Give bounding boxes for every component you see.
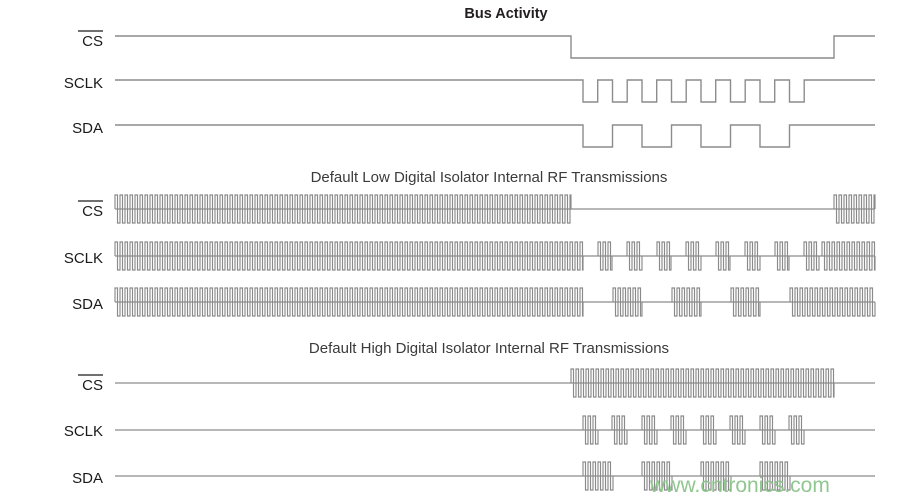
section-title-default-high: Default High Digital Isolator Internal R… xyxy=(309,340,669,357)
waveform-trace xyxy=(789,287,876,317)
waveform-trace xyxy=(759,415,776,445)
signal-label-sclk: SCLK xyxy=(64,75,103,92)
signal-label-cs: CS xyxy=(82,33,103,50)
signal-label-sda: SDA xyxy=(72,296,103,313)
timing-diagram: Bus Activity CS SCLK SDA Default Low Dig… xyxy=(0,0,911,503)
signal-label-sclk: SCLK xyxy=(64,423,103,440)
signal-label-cs: CS xyxy=(82,377,103,394)
waveform-trace xyxy=(670,415,687,445)
waveform-trace xyxy=(611,415,628,445)
watermark: www.cntronics.com xyxy=(649,474,830,497)
waveform-trace xyxy=(641,415,658,445)
section-title-default-low: Default Low Digital Isolator Internal RF… xyxy=(311,169,668,186)
row-label-cs-bus: CS xyxy=(78,30,103,50)
waveform-trace xyxy=(803,241,820,271)
row-label-cs-high: CS xyxy=(78,374,103,394)
waveform-trace xyxy=(700,415,717,445)
waveform-trace xyxy=(626,241,643,271)
waveform-trace xyxy=(729,415,746,445)
signal-label-sda: SDA xyxy=(72,470,103,487)
waveform-trace xyxy=(744,241,761,271)
timing-diagram-canvas: Bus Activity CS SCLK SDA Default Low Dig… xyxy=(0,0,911,503)
waveform-trace xyxy=(788,415,805,445)
waveform-trace xyxy=(582,415,599,445)
signal-label-sda: SDA xyxy=(72,120,103,137)
section-title-bus-activity: Bus Activity xyxy=(464,6,547,22)
signal-label-sclk: SCLK xyxy=(64,250,103,267)
row-label-cs-low: CS xyxy=(78,200,103,220)
waveform-trace xyxy=(685,241,702,271)
waveform-trace xyxy=(582,461,614,491)
signal-label-cs: CS xyxy=(82,203,103,220)
